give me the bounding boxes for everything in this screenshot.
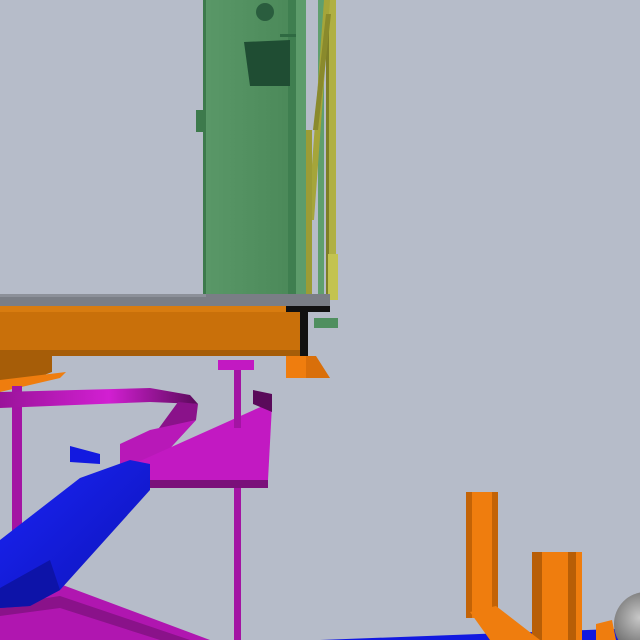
magenta-standpipe-cap [218, 360, 254, 370]
blue-duct-lip [70, 446, 100, 464]
orange-post-b-edge [568, 552, 576, 640]
orange-posts [466, 492, 616, 640]
pipe-foot-flange [314, 318, 338, 328]
blue-floor-strip [320, 628, 640, 640]
pipe-base-sleeve [328, 254, 338, 300]
cabinet-side-strip [296, 0, 306, 300]
magenta-post-left [12, 386, 22, 536]
magenta-standpipe [234, 360, 241, 428]
green-cabinet [196, 0, 306, 300]
cabinet-bracket [280, 34, 296, 37]
beam-top-edge [0, 306, 305, 312]
grey-slab-top [0, 294, 206, 297]
cabinet-left-edge [203, 0, 206, 300]
magenta-post-right [234, 470, 241, 640]
beam-end-web [300, 306, 308, 364]
cad-3d-viewport[interactable] [0, 0, 640, 640]
beam-end-flange-left [286, 356, 306, 378]
vertical-pipe-left [306, 130, 312, 300]
magenta-curved-rail [0, 388, 198, 408]
grey-sphere [614, 592, 640, 640]
cabinet-knob [256, 3, 274, 21]
orange-post-b-shade [532, 552, 542, 640]
olive-pipes [306, 0, 338, 328]
beam-face [0, 306, 305, 356]
orange-beam [0, 306, 330, 392]
cabinet-handle [196, 110, 204, 132]
orange-post-a-shade [466, 492, 472, 618]
cabinet-panel-opening [244, 40, 290, 86]
scene-canvas [0, 0, 640, 640]
beam-end-flange-right [306, 356, 330, 378]
beam-bottom-edge [0, 350, 305, 356]
orange-post-a-edge [492, 492, 498, 618]
orange-stub [596, 620, 616, 640]
